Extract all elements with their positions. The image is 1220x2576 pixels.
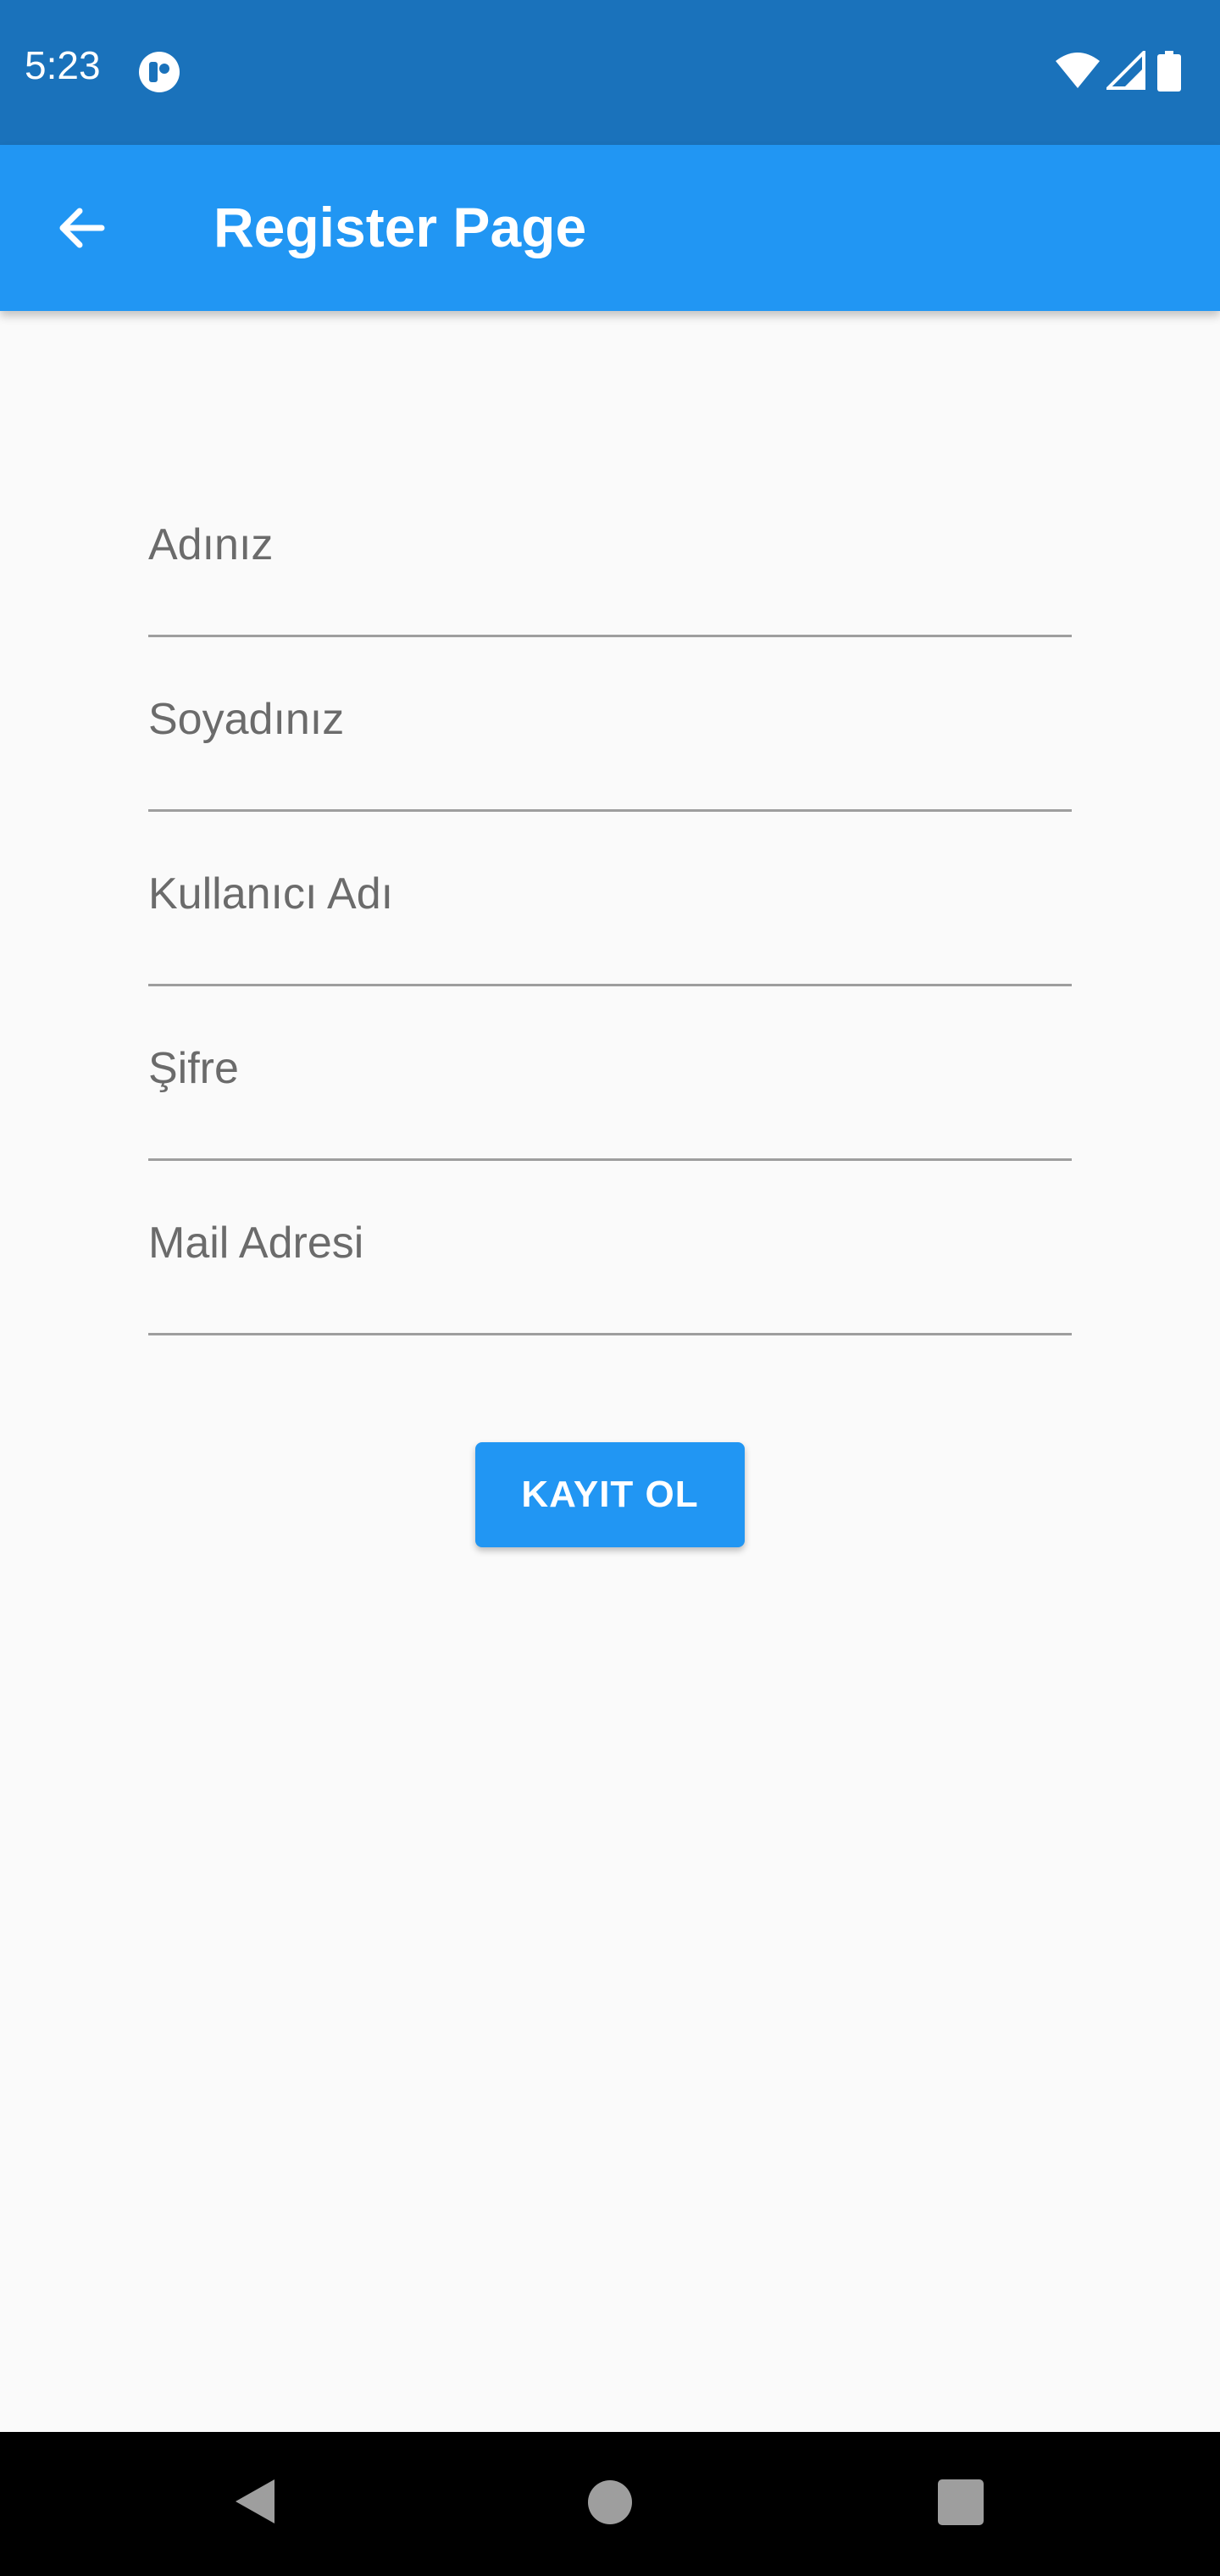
- nav-recents-icon[interactable]: [938, 2479, 984, 2525]
- register-button[interactable]: KAYIT OL: [475, 1442, 745, 1547]
- password-input[interactable]: [148, 986, 1075, 1160]
- last-name-field[interactable]: Soyadınız: [148, 637, 1075, 812]
- username-input[interactable]: [148, 812, 1075, 985]
- arrow-back-icon[interactable]: [51, 197, 112, 258]
- nav-home-icon[interactable]: [586, 2479, 634, 2526]
- nav-back-icon[interactable]: [230, 2476, 281, 2527]
- first-name-field[interactable]: Adınız: [148, 463, 1075, 637]
- page-title: Register Page: [214, 196, 587, 258]
- status-bar: 5:23: [0, 0, 1220, 145]
- cell-signal-icon: [1106, 51, 1145, 90]
- status-icons: [1054, 51, 1198, 92]
- app-bar: Register Page: [0, 145, 1220, 311]
- last-name-input[interactable]: [148, 637, 1075, 811]
- system-nav-bar: [0, 2432, 1220, 2576]
- password-field[interactable]: Şifre: [148, 986, 1075, 1161]
- status-time: 5:23: [25, 43, 101, 87]
- notification-app-icon: [139, 52, 180, 92]
- battery-icon: [1157, 51, 1181, 92]
- wifi-icon: [1056, 53, 1100, 88]
- username-field[interactable]: Kullanıcı Adı: [148, 812, 1075, 986]
- first-name-input[interactable]: [148, 463, 1075, 636]
- email-input[interactable]: [148, 1161, 1075, 1335]
- register-button-label: KAYIT OL: [521, 1474, 699, 1515]
- email-field[interactable]: Mail Adresi: [148, 1161, 1075, 1335]
